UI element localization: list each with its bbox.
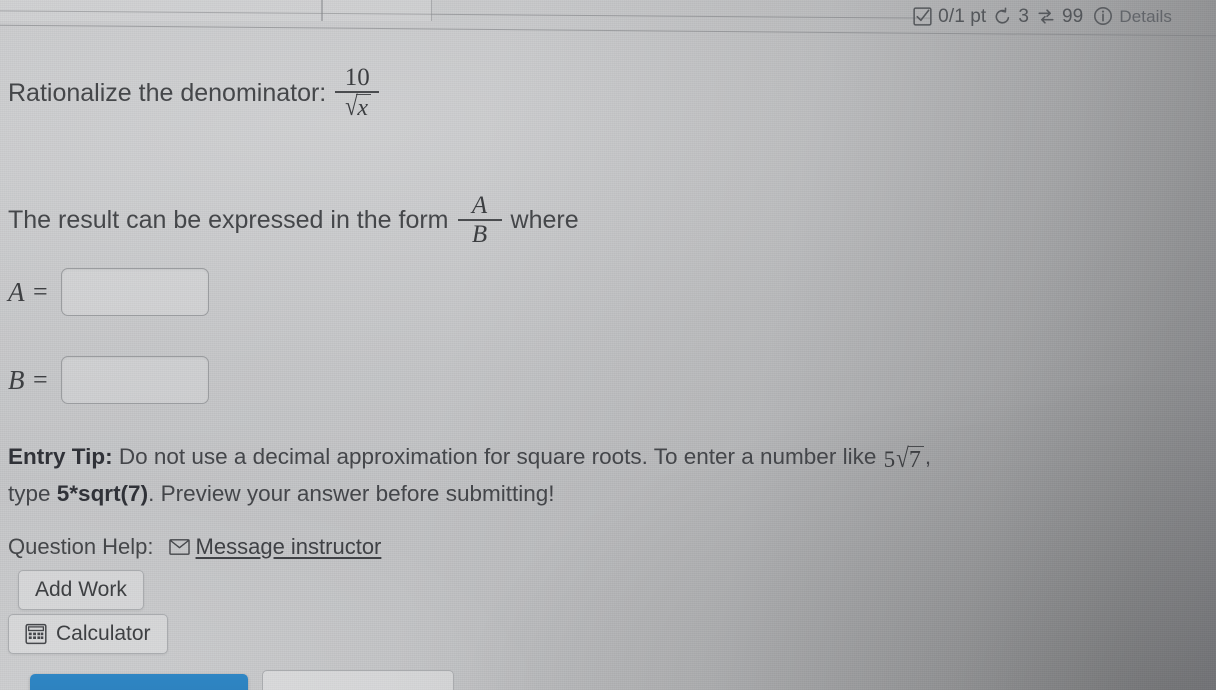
form-fraction-denominator: B [471, 221, 488, 248]
envelope-icon[interactable] [168, 539, 190, 555]
radical-sign: √ [896, 443, 909, 474]
undo-circular-arrow-icon [993, 7, 1012, 26]
entry-tip-line-two-after: . Preview your answer before submitting! [148, 481, 555, 507]
equals-sign-b: = [33, 365, 48, 394]
add-work-button[interactable]: Add Work [18, 570, 144, 610]
calculator-button[interactable]: Calculator [8, 614, 168, 654]
form-text-after: where [510, 205, 579, 234]
add-work-label: Add Work [35, 578, 127, 601]
checkbox-checked-icon [913, 6, 932, 26]
form-text-before: The result can be expressed in the form [8, 205, 449, 234]
answer-label-b: B [8, 364, 25, 395]
question-help-label: Question Help: [8, 534, 154, 559]
points-group: 0/1 pt [913, 7, 986, 26]
prompt-fraction-denominator: √ x [338, 93, 377, 122]
entry-tip-line-two-before: type [8, 481, 57, 507]
question-prompt-line: Rationalize the denominator: 10 √ x [8, 64, 388, 122]
radicand: x [356, 94, 371, 121]
question-prompt-text: Rationalize the denominator: [8, 78, 327, 107]
question-content: 0/1 pt 3 99 Details Rationalize the deno… [0, 0, 1216, 690]
views-value: 99 [1061, 5, 1084, 27]
entry-tip-text: Entry Tip: Do not use a decimal approxim… [8, 440, 1128, 510]
question-form-line: The result can be expressed in the form … [8, 192, 579, 248]
example-coefficient: 5 [883, 447, 896, 472]
answer-label-a: A [8, 276, 25, 307]
answer-row-a: A = [8, 268, 209, 316]
calculator-icon [25, 623, 47, 645]
views-group: 99 [1036, 7, 1083, 26]
prompt-fraction-numerator: 10 [344, 64, 370, 91]
calculator-label: Calculator [56, 622, 151, 645]
question-status-bar: 0/1 pt 3 99 Details [913, 6, 1172, 26]
details-group[interactable]: Details [1093, 6, 1172, 26]
example-math-expression: 5 √ 7 [884, 443, 924, 477]
radical-sign: √ [344, 91, 358, 121]
attempts-value: 3 [1018, 5, 1029, 27]
entry-tip-code-example: 5*sqrt(7) [56, 481, 149, 507]
radicand: 7 [907, 446, 924, 473]
answer-input-a[interactable] [60, 268, 209, 316]
prompt-fraction: 10 √ x [335, 64, 380, 122]
form-fraction-numerator: A [471, 192, 488, 219]
message-instructor-link[interactable]: Message instructor [168, 534, 382, 560]
entry-tip-sentence-one: Do not use a decimal approximation for s… [112, 444, 883, 469]
answer-input-b[interactable] [60, 356, 209, 404]
square-root-icon: √ 7 [895, 443, 924, 474]
answer-row-b: B = [8, 356, 209, 404]
square-root-icon: √ x [344, 91, 371, 121]
message-instructor-label[interactable]: Message instructor [196, 534, 382, 560]
points-value: 0/1 pt [938, 5, 987, 27]
details-label[interactable]: Details [1119, 8, 1172, 25]
entry-tip-lead: Entry Tip: [8, 444, 113, 469]
entry-tip-comma: , [924, 444, 932, 469]
equals-sign-a: = [33, 277, 48, 306]
form-fraction: A B [457, 192, 502, 248]
info-circle-icon[interactable] [1093, 6, 1113, 26]
swap-arrows-icon [1036, 7, 1056, 26]
attempts-group: 3 [993, 7, 1029, 26]
question-help-row: Question Help: Message instructor [8, 534, 381, 560]
